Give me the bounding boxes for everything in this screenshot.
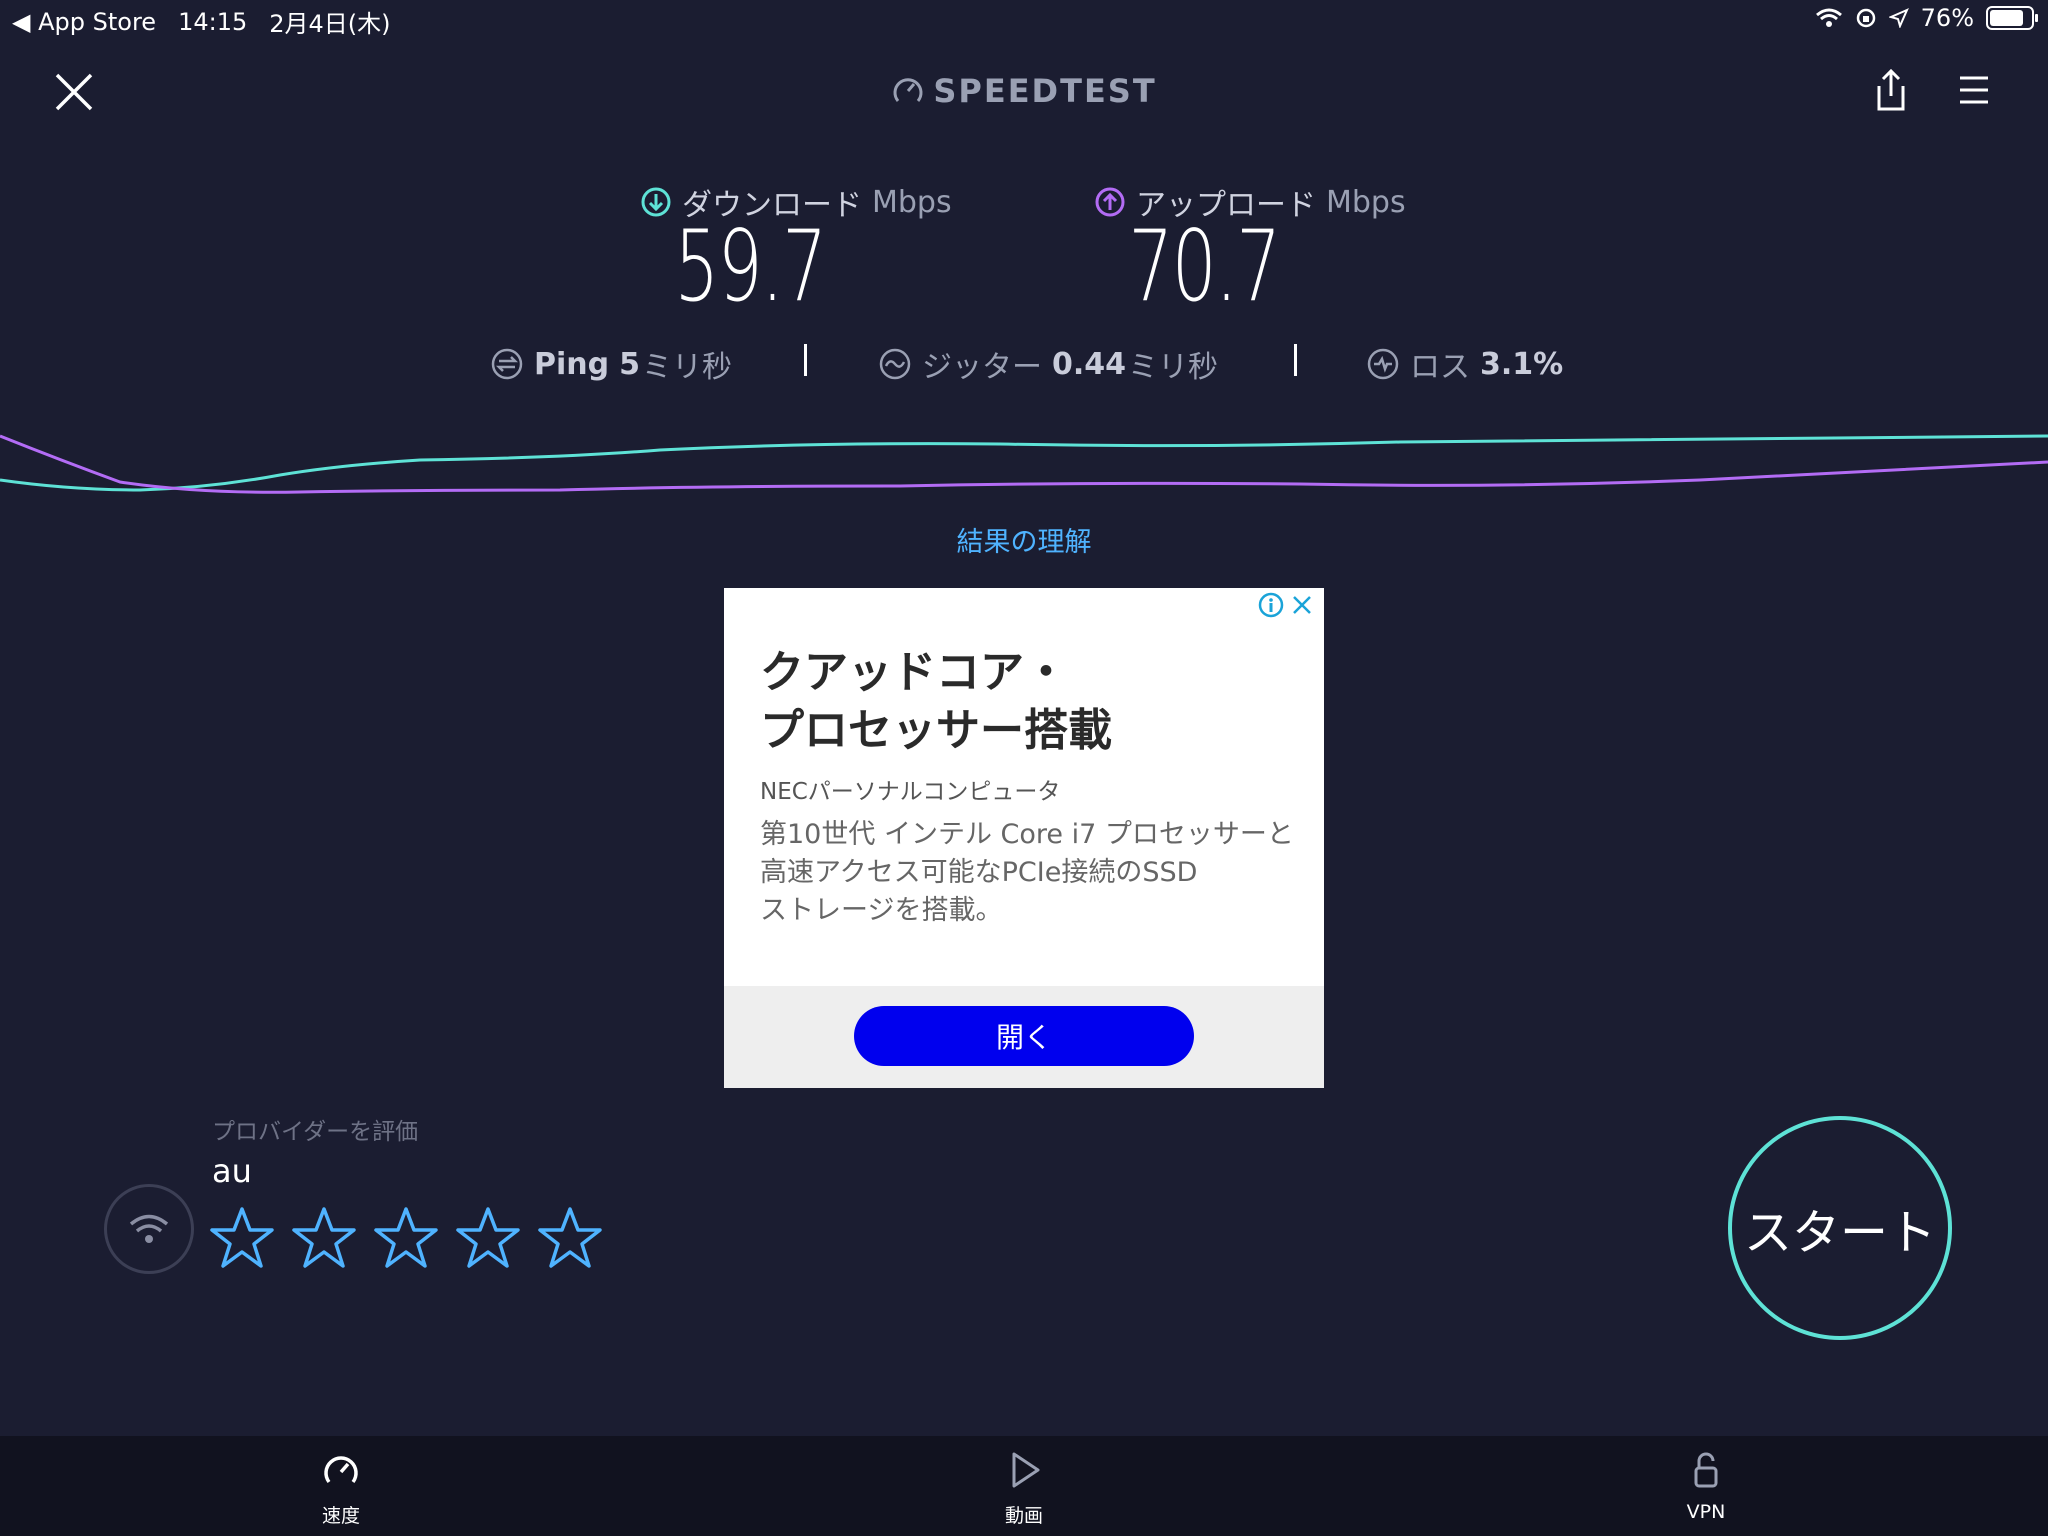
- download-value: 59.7: [674, 210, 827, 324]
- back-to-app[interactable]: ◀ App Store: [12, 8, 156, 36]
- star-3-icon[interactable]: [374, 1206, 438, 1270]
- rotation-lock-icon: [1856, 8, 1875, 28]
- rate-provider-label: プロバイダーを評価: [212, 1119, 419, 1145]
- star-1-icon[interactable]: [210, 1206, 274, 1270]
- gauge-logo-icon: [893, 78, 923, 102]
- ad-footer: 開く: [724, 986, 1324, 1088]
- loss-icon: [1367, 348, 1399, 380]
- battery-icon: [1986, 6, 2038, 30]
- back-triangle-icon: ◀: [12, 7, 31, 36]
- status-date: 2月4日(木): [269, 10, 391, 38]
- wifi-status-icon: [1815, 8, 1842, 27]
- menu-icon[interactable]: [1958, 74, 1990, 106]
- ad-close-icon[interactable]: [1290, 592, 1314, 618]
- speedometer-icon: [324, 1456, 358, 1484]
- ad-advertiser: NECパーソナルコンピュータ: [760, 779, 1061, 805]
- star-5-icon[interactable]: [538, 1206, 602, 1270]
- tab-video[interactable]: 動画: [964, 1450, 1084, 1528]
- speedtest-logo: SPEEDTEST: [0, 72, 2048, 110]
- metric-divider: [804, 344, 807, 376]
- start-button[interactable]: スタート: [1728, 1116, 1952, 1340]
- ad-controls: [1258, 592, 1314, 618]
- upload-value: 70.7: [1128, 210, 1281, 324]
- ping-metric: Ping 5 ミリ秒: [490, 342, 732, 386]
- connection-type-badge: [104, 1184, 194, 1274]
- speed-graph: [0, 434, 2048, 494]
- bottom-nav: 速度 動画 VPN: [0, 1436, 2048, 1536]
- star-2-icon[interactable]: [292, 1206, 356, 1270]
- tab-speed[interactable]: 速度: [281, 1450, 401, 1528]
- location-icon: [1888, 8, 1909, 28]
- understand-results-link[interactable]: 結果の理解: [0, 520, 2048, 559]
- ping-icon: [491, 348, 523, 380]
- battery-percent: 76%: [1920, 4, 1974, 32]
- unlock-icon: [1694, 1452, 1718, 1488]
- status-time: 14:15: [178, 7, 248, 36]
- ad-info-icon[interactable]: [1258, 592, 1284, 618]
- wifi-icon: [129, 1214, 169, 1243]
- star-4-icon[interactable]: [456, 1206, 520, 1270]
- ad-title: クアッドコア・ プロセッサー搭載: [760, 647, 1112, 756]
- ad-banner[interactable]: クアッドコア・ プロセッサー搭載 NECパーソナルコンピュータ 第10世代 イン…: [724, 588, 1324, 1088]
- share-icon[interactable]: [1874, 68, 1908, 112]
- ad-open-button[interactable]: 開く: [854, 1006, 1194, 1066]
- ad-description: 第10世代 インテル Core i7 プロセッサーと 高速アクセス可能なPCIe…: [760, 819, 1294, 926]
- download-line: [0, 434, 2048, 492]
- jitter-icon: [879, 348, 911, 380]
- jitter-metric: ジッター 0.44 ミリ秒: [878, 342, 1218, 386]
- rating-stars: [210, 1206, 602, 1270]
- tab-vpn[interactable]: VPN: [1646, 1450, 1766, 1523]
- loss-metric: ロス 3.1%: [1366, 342, 1563, 386]
- play-icon: [1012, 1452, 1040, 1488]
- metric-divider: [1294, 344, 1297, 376]
- provider-name: au: [212, 1152, 252, 1190]
- status-bar: ◀ App Store 14:15 2月4日(木) 76%: [0, 0, 2048, 40]
